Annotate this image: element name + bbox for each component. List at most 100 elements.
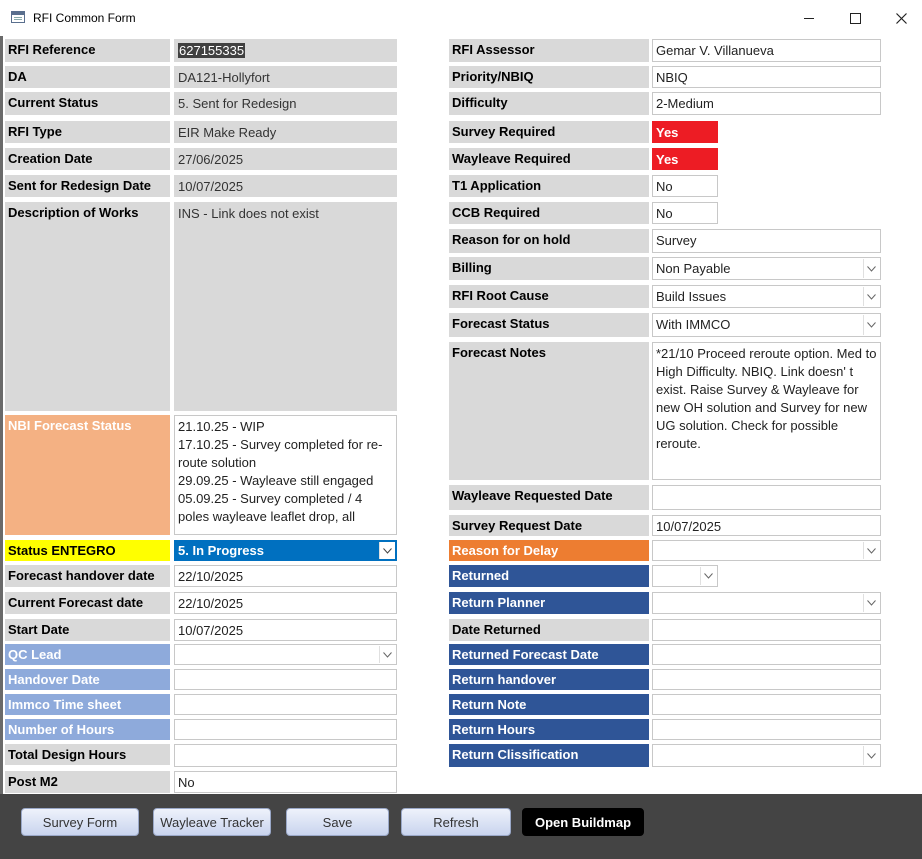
reason-for-delay-dropdown[interactable] xyxy=(652,540,881,561)
return-handover-label: Return handover xyxy=(449,669,649,690)
minimize-button[interactable] xyxy=(786,0,832,36)
reason-for-delay-label: Reason for Delay xyxy=(449,540,649,561)
current-forecast-date-field[interactable]: 22/10/2025 xyxy=(174,592,397,614)
returned-label: Returned xyxy=(449,565,649,587)
left-edge xyxy=(0,36,3,794)
date-returned-label: Date Returned xyxy=(449,619,649,641)
status-entegro-dropdown[interactable]: 5. In Progress xyxy=(174,540,397,561)
return-hours-field[interactable] xyxy=(652,719,881,740)
forecast-notes-label: Forecast Notes xyxy=(449,342,649,480)
description-of-works-label: Description of Works xyxy=(5,202,170,411)
ccb-required-label: CCB Required xyxy=(449,202,649,224)
forecast-handover-date-label: Forecast handover date xyxy=(5,565,170,587)
reason-on-hold-field[interactable]: Survey xyxy=(652,229,881,253)
survey-form-button[interactable]: Survey Form xyxy=(21,808,139,836)
t1-application-field[interactable]: No xyxy=(652,175,718,197)
number-of-hours-field[interactable] xyxy=(174,719,397,740)
sent-for-redesign-date-field[interactable]: 10/07/2025 xyxy=(174,175,397,197)
status-entegro-label: Status ENTEGRO xyxy=(5,540,170,561)
survey-required-field[interactable]: Yes xyxy=(652,121,718,143)
rfi-reference-field[interactable]: 627155335 xyxy=(174,39,397,62)
handover-date-label: Handover Date xyxy=(5,669,170,690)
chevron-down-icon[interactable] xyxy=(379,646,395,663)
return-handover-field[interactable] xyxy=(652,669,881,690)
post-m2-field[interactable]: No xyxy=(174,771,397,793)
status-entegro-value: 5. In Progress xyxy=(178,543,264,558)
billing-dropdown[interactable]: Non Payable xyxy=(652,257,881,280)
nbi-forecast-status-field[interactable]: 21.10.25 - WIP 17.10.25 - Survey complet… xyxy=(174,415,397,535)
da-label: DA xyxy=(5,66,170,88)
rfi-root-cause-label: RFI Root Cause xyxy=(449,285,649,308)
chevron-down-icon[interactable] xyxy=(863,287,879,306)
chevron-down-icon[interactable] xyxy=(700,567,716,585)
refresh-button[interactable]: Refresh xyxy=(401,808,511,836)
return-planner-dropdown[interactable] xyxy=(652,592,881,614)
sent-for-redesign-date-label: Sent for Redesign Date xyxy=(5,175,170,197)
close-button[interactable] xyxy=(878,0,922,36)
return-classification-dropdown[interactable] xyxy=(652,744,881,767)
save-button[interactable]: Save xyxy=(286,808,389,836)
chevron-down-icon[interactable] xyxy=(379,542,395,559)
wayleave-required-label: Wayleave Required xyxy=(449,148,649,170)
returned-forecast-date-field[interactable] xyxy=(652,644,881,665)
return-hours-label: Return Hours xyxy=(449,719,649,740)
return-planner-label: Return Planner xyxy=(449,592,649,614)
rfi-reference-value: 627155335 xyxy=(178,43,246,58)
return-note-label: Return Note xyxy=(449,694,649,715)
chevron-down-icon[interactable] xyxy=(863,315,879,335)
forecast-notes-field[interactable]: *21/10 Proceed reroute option. Med to Hi… xyxy=(652,342,881,480)
current-forecast-date-label: Current Forecast date xyxy=(5,592,170,614)
chevron-down-icon[interactable] xyxy=(863,746,879,765)
wayleave-tracker-button[interactable]: Wayleave Tracker xyxy=(153,808,271,836)
ccb-required-field[interactable]: No xyxy=(652,202,718,224)
nbi-forecast-status-label: NBI Forecast Status xyxy=(5,415,170,535)
wayleave-required-field[interactable]: Yes xyxy=(652,148,718,170)
rfi-assessor-label: RFI Assessor xyxy=(449,39,649,62)
rfi-assessor-field[interactable]: Gemar V. Villanueva xyxy=(652,39,881,62)
returned-dropdown[interactable] xyxy=(652,565,718,587)
survey-required-label: Survey Required xyxy=(449,121,649,143)
chevron-down-icon[interactable] xyxy=(863,542,879,559)
priority-nbiq-field[interactable]: NBIQ xyxy=(652,66,881,88)
current-status-label: Current Status xyxy=(5,92,170,115)
return-note-field[interactable] xyxy=(652,694,881,715)
survey-request-date-field[interactable]: 10/07/2025 xyxy=(652,515,881,536)
difficulty-field[interactable]: 2-Medium xyxy=(652,92,881,115)
start-date-field[interactable]: 10/07/2025 xyxy=(174,619,397,641)
forecast-handover-date-field[interactable]: 22/10/2025 xyxy=(174,565,397,587)
open-buildmap-button[interactable]: Open Buildmap xyxy=(522,808,644,836)
chevron-down-icon[interactable] xyxy=(863,594,879,612)
difficulty-label: Difficulty xyxy=(449,92,649,115)
rfi-reference-label: RFI Reference xyxy=(5,39,170,62)
total-design-hours-label: Total Design Hours xyxy=(5,744,170,765)
title-bar: RFI Common Form xyxy=(0,0,922,36)
maximize-button[interactable] xyxy=(832,0,878,36)
da-field[interactable]: DA121-Hollyfort xyxy=(174,66,397,88)
immco-time-sheet-label: Immco Time sheet xyxy=(5,694,170,715)
forecast-status-dropdown[interactable]: With IMMCO xyxy=(652,313,881,337)
wayleave-requested-date-field[interactable] xyxy=(652,485,881,510)
rfi-type-label: RFI Type xyxy=(5,121,170,143)
post-m2-label: Post M2 xyxy=(5,771,170,793)
start-date-label: Start Date xyxy=(5,619,170,641)
immco-time-sheet-field[interactable] xyxy=(174,694,397,715)
number-of-hours-label: Number of Hours xyxy=(5,719,170,740)
form-icon xyxy=(11,11,25,23)
rfi-root-cause-dropdown[interactable]: Build Issues xyxy=(652,285,881,308)
priority-nbiq-label: Priority/NBIQ xyxy=(449,66,649,88)
total-design-hours-field[interactable] xyxy=(174,744,397,767)
current-status-field[interactable]: 5. Sent for Redesign xyxy=(174,92,397,115)
rfi-type-field[interactable]: EIR Make Ready xyxy=(174,121,397,143)
rfi-root-cause-value: Build Issues xyxy=(656,289,727,304)
date-returned-field[interactable] xyxy=(652,619,881,641)
qc-lead-dropdown[interactable] xyxy=(174,644,397,665)
forecast-status-value: With IMMCO xyxy=(656,317,731,332)
creation-date-field[interactable]: 27/06/2025 xyxy=(174,148,397,170)
billing-label: Billing xyxy=(449,257,649,280)
handover-date-field[interactable] xyxy=(174,669,397,690)
return-classification-label: Return Clissification xyxy=(449,744,649,767)
chevron-down-icon[interactable] xyxy=(863,259,879,278)
creation-date-label: Creation Date xyxy=(5,148,170,170)
description-of-works-field[interactable]: INS - Link does not exist xyxy=(174,202,397,411)
survey-request-date-label: Survey Request Date xyxy=(449,515,649,536)
